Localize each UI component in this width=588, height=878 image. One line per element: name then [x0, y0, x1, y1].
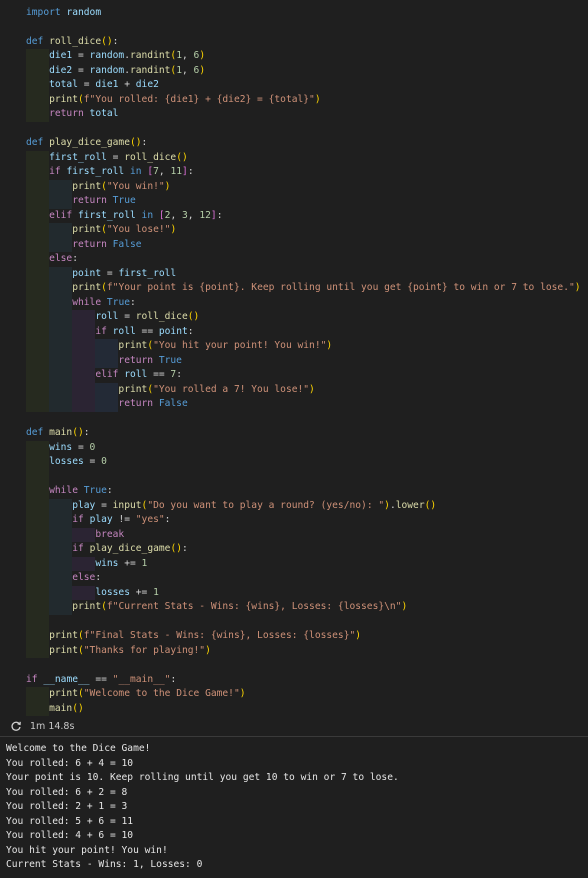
code-line: def main(): — [26, 427, 90, 438]
code-line: print("You rolled a 7! You lose!") — [118, 383, 315, 395]
code-line: return total — [49, 108, 119, 119]
output-line: You rolled: 6 + 2 = 8 — [6, 786, 128, 798]
indent-guide — [26, 614, 50, 629]
code-line: return False — [72, 238, 142, 250]
code-line: die2 = random.randint(1, 6) — [49, 64, 206, 76]
code-line: if play != "yes": — [72, 514, 171, 525]
code-line: wins += 1 — [95, 557, 148, 569]
code-line: while True: — [72, 296, 136, 308]
code-line: while True: — [49, 485, 113, 496]
code-line: losses = 0 — [49, 456, 107, 467]
cell-output[interactable]: Welcome to the Dice Game! You rolled: 6 +… — [6, 742, 582, 873]
code-line: return True — [118, 354, 182, 366]
output-divider — [0, 736, 588, 737]
code-editor[interactable]: import random def roll_dice(): die1 = ran… — [0, 0, 588, 717]
output-line: You rolled: 5 + 6 = 11 — [6, 815, 134, 827]
code-line: print("You lose!") — [72, 224, 177, 235]
indent-guide — [26, 469, 50, 484]
code-line: import random — [26, 6, 102, 18]
execution-time: 1m 14.8s — [30, 720, 75, 732]
code-line: play = input("Do you want to play a roun… — [72, 499, 437, 511]
code-line: first_roll = roll_dice() — [49, 151, 188, 163]
code-line: def play_dice_game(): — [26, 137, 148, 148]
code-line: break — [95, 528, 125, 540]
code-line: losses += 1 — [95, 586, 159, 598]
code-line: total = die1 + die2 — [49, 79, 159, 90]
code-line: if first_roll in [7, 11]: — [49, 166, 194, 177]
execution-status: 1m 14.8s — [0, 717, 588, 735]
code-line: roll = roll_dice() — [95, 311, 200, 322]
code-line: def roll_dice(): — [26, 35, 119, 47]
code-line: if play_dice_game(): — [72, 543, 188, 554]
code-line: else: — [49, 253, 78, 264]
code-line: print("You win!") — [72, 180, 171, 192]
code-line: print("You hit your point! You win!") — [118, 340, 333, 351]
output-line: You rolled: 6 + 4 = 10 — [6, 757, 134, 769]
output-line: You rolled: 2 + 1 = 3 — [6, 801, 128, 812]
code-line: main() — [49, 702, 84, 714]
code-line: wins = 0 — [49, 441, 96, 453]
code-line: if roll == point: — [95, 325, 194, 337]
code-line: die1 = random.randint(1, 6) — [49, 50, 206, 61]
code-line: print("Thanks for playing!") — [49, 644, 211, 656]
output-line: You rolled: 4 + 6 = 10 — [6, 830, 134, 841]
code-line: print("Welcome to the Dice Game!") — [49, 688, 246, 699]
code-line: print(f"Current Stats - Wins: {wins}, Lo… — [72, 601, 408, 612]
output-line: Current Stats - Wins: 1, Losses: 0 — [6, 859, 203, 870]
code-line: if __name__ == "__main__": — [26, 673, 177, 685]
code-line: elif roll == 7: — [95, 369, 182, 380]
code-line: return False — [118, 398, 188, 409]
output-line: Your point is 10. Keep rolling until you… — [6, 772, 399, 783]
code-line: point = first_roll — [72, 267, 177, 279]
output-line: You hit your point! You win! — [6, 844, 168, 856]
code-line: else: — [72, 572, 102, 583]
output-line: Welcome to the Dice Game! — [6, 743, 151, 754]
code-line: print(f"You rolled: {die1} + {die2} = {t… — [49, 93, 321, 105]
refresh-icon — [10, 720, 22, 732]
code-line: print(f"Final Stats - Wins: {wins}, Loss… — [49, 630, 362, 641]
code-line: print(f"Your point is {point}. Keep roll… — [72, 282, 581, 293]
code-line: return True — [72, 195, 136, 206]
code-line: elif first_roll in [2, 3, 12]: — [49, 209, 223, 221]
